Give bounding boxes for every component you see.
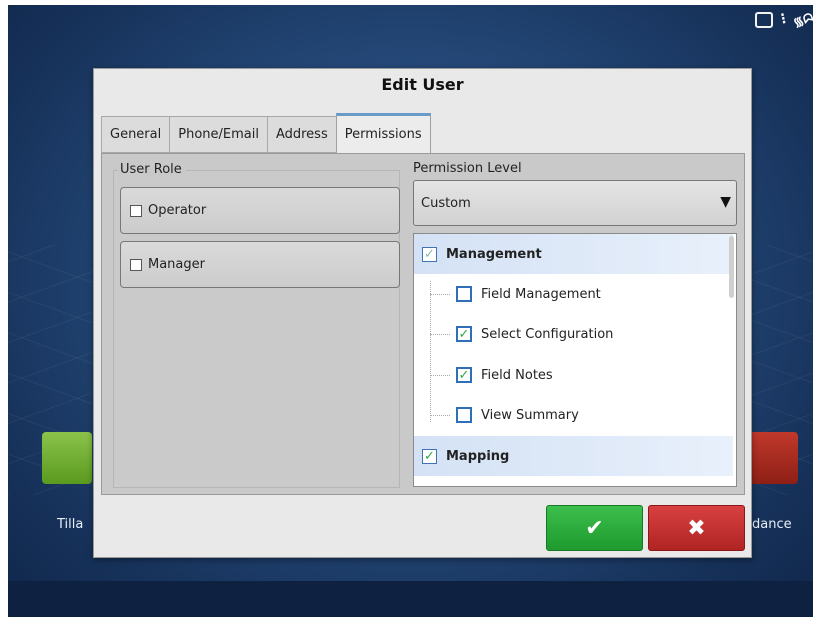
signal-bars-icon: ⋮ — [775, 10, 791, 29]
permission-item-field-management[interactable]: Field Management — [414, 274, 736, 314]
permission-item-select-configuration[interactable]: ✓ Select Configuration — [414, 314, 736, 354]
check-icon: ✓ — [424, 246, 435, 262]
manager-checkbox[interactable] — [130, 258, 142, 271]
tab-address[interactable]: Address — [266, 116, 336, 153]
user-role-group: Operator Manager — [113, 170, 400, 488]
manager-label: Manager — [148, 257, 205, 272]
permission-item-field-notes[interactable]: ✓ Field Notes — [414, 355, 736, 395]
device-icon — [754, 11, 773, 28]
permission-item-label: Field Management — [481, 286, 601, 302]
tillage-app-tile[interactable] — [42, 432, 92, 484]
operator-checkbox[interactable] — [130, 204, 142, 217]
mapping-checkbox[interactable]: ✓ — [422, 448, 437, 464]
field-management-checkbox[interactable] — [456, 286, 472, 302]
check-icon: ✓ — [424, 448, 435, 464]
tab-bar: General Phone/Email Address Permissions — [101, 113, 431, 153]
permission-item-label: View Summary — [481, 407, 579, 423]
user-role-title: User Role — [118, 162, 186, 177]
triangle-down-icon: ▼ — [720, 194, 731, 210]
scrollbar[interactable] — [729, 236, 734, 298]
dialog-title: Edit User — [381, 75, 464, 94]
permission-group-label: Management — [446, 246, 542, 262]
tab-permissions[interactable]: Permissions — [335, 113, 431, 153]
operator-role-button[interactable]: Operator — [120, 187, 400, 234]
tab-phone-email[interactable]: Phone/Email — [169, 116, 267, 153]
tab-general[interactable]: General — [101, 116, 170, 153]
permission-item-label: Field Notes — [481, 367, 553, 383]
bottom-bar — [8, 581, 813, 617]
gps-signal-icon: ᯾ᗣ — [791, 9, 813, 30]
guidance-app-label: dance — [752, 517, 792, 532]
check-icon: ✓ — [458, 326, 470, 342]
permission-item-label: Select Configuration — [481, 326, 614, 342]
permission-group-mapping[interactable]: ✓ Mapping — [414, 436, 733, 476]
operator-label: Operator — [148, 203, 207, 218]
edit-user-dialog: Edit User General Phone/Email Address Pe… — [93, 68, 752, 558]
permission-group-management[interactable]: ✓ Management — [414, 234, 733, 274]
close-icon: ✖ — [687, 515, 706, 541]
select-configuration-checkbox[interactable]: ✓ — [456, 326, 472, 342]
check-icon: ✓ — [458, 367, 470, 383]
manager-role-button[interactable]: Manager — [120, 241, 400, 288]
management-checkbox[interactable]: ✓ — [422, 246, 437, 262]
check-icon: ✔ — [585, 515, 604, 541]
permission-level-dropdown[interactable]: Custom ▼ — [413, 180, 737, 226]
permission-level-value: Custom — [421, 195, 471, 211]
view-summary-checkbox[interactable] — [456, 407, 472, 423]
cancel-button[interactable]: ✖ — [648, 505, 745, 551]
guidance-app-tile[interactable] — [748, 432, 798, 484]
tillage-app-label: Tilla — [57, 517, 84, 532]
permissions-tree[interactable]: ✓ Management Field Management ✓ Select C… — [413, 233, 737, 487]
permission-item-view-summary[interactable]: View Summary — [414, 395, 736, 435]
ok-button[interactable]: ✔ — [546, 505, 643, 551]
field-notes-checkbox[interactable]: ✓ — [456, 367, 472, 383]
permissions-panel: Operator Manager User Role Permission Le… — [101, 153, 745, 495]
permission-group-label: Mapping — [446, 448, 510, 464]
status-icons: ⋮ ᯾ᗣ — [754, 9, 813, 30]
permission-level-label: Permission Level — [413, 161, 522, 176]
